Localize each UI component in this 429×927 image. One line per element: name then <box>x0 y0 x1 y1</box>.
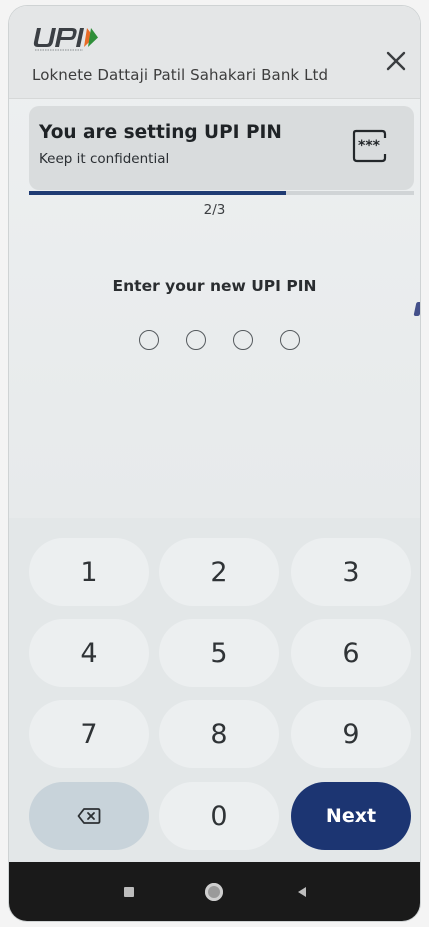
pin-digit-dot <box>186 330 206 350</box>
pin-dots-icon: *** <box>352 129 387 163</box>
close-icon[interactable] <box>381 46 411 76</box>
header: Loknete Dattaji Patil Sahakari Bank Ltd <box>9 6 420 99</box>
recent-apps-icon[interactable] <box>124 887 134 897</box>
key-8[interactable]: 8 <box>159 700 279 768</box>
pin-digit-dot <box>139 330 159 350</box>
key-0[interactable]: 0 <box>159 782 279 850</box>
key-3[interactable]: 3 <box>291 538 411 606</box>
key-6[interactable]: 6 <box>291 619 411 687</box>
key-2[interactable]: 2 <box>159 538 279 606</box>
key-5[interactable]: 5 <box>159 619 279 687</box>
keypad: 1 2 3 4 5 6 7 8 9 0 Next <box>9 518 420 860</box>
svg-text:***: *** <box>358 138 381 154</box>
pin-input[interactable] <box>139 330 309 360</box>
info-subtitle: Keep it confidential <box>39 151 170 167</box>
progress-fill <box>29 191 286 195</box>
next-button[interactable]: Next <box>291 782 411 850</box>
info-card: You are setting UPI PIN Keep it confiden… <box>29 106 414 190</box>
key-7[interactable]: 7 <box>29 700 149 768</box>
system-nav-bar <box>9 862 420 921</box>
backspace-icon <box>77 808 101 824</box>
bank-name: Loknete Dattaji Patil Sahakari Bank Ltd <box>32 66 329 84</box>
pin-digit-dot <box>280 330 300 350</box>
pin-prompt: Enter your new UPI PIN <box>112 277 317 295</box>
progress-bar <box>29 191 414 195</box>
back-icon[interactable] <box>296 886 308 898</box>
info-title: You are setting UPI PIN <box>39 122 282 143</box>
side-indicator <box>413 302 420 316</box>
step-indicator: 2/3 <box>203 202 226 218</box>
key-4[interactable]: 4 <box>29 619 149 687</box>
pin-digit-dot <box>233 330 253 350</box>
backspace-button[interactable] <box>29 782 149 850</box>
key-9[interactable]: 9 <box>291 700 411 768</box>
key-1[interactable]: 1 <box>29 538 149 606</box>
upi-logo <box>33 28 98 51</box>
upi-pin-screen: Loknete Dattaji Patil Sahakari Bank Ltd … <box>9 6 420 921</box>
home-icon[interactable] <box>205 883 223 901</box>
